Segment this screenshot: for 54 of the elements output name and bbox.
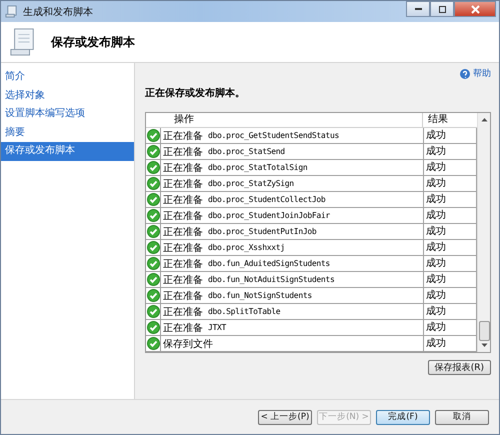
scroll-icon: [5, 5, 18, 18]
object-name: dbo.proc_StatSend: [208, 147, 285, 156]
object-name: dbo.fun_NotAduitSignStudents: [208, 275, 334, 284]
operation-text: 正在准备: [163, 274, 203, 286]
sidebar-item[interactable]: 简介: [1, 68, 134, 86]
object-name: dbo.proc_Xsshxxtj: [208, 243, 285, 252]
object-name: dbo.proc_GetStudentSendStatus: [208, 131, 339, 140]
operation-text: 正在准备: [163, 146, 203, 158]
sidebar-item[interactable]: 设置脚本编写选项: [1, 105, 134, 124]
object-name: JTXT: [208, 323, 226, 332]
wizard-button[interactable]: 取消: [435, 410, 489, 424]
operation-text: 正在准备: [163, 194, 203, 206]
object-name: dbo.fun_NotSignStudents: [208, 291, 312, 300]
help-link[interactable]: 帮助: [460, 67, 491, 80]
object-name: dbo.proc_StatTotalSign: [208, 163, 308, 172]
operation-text: 正在准备: [163, 306, 203, 318]
close-icon: [470, 4, 480, 14]
object-name: dbo.fun_AduitedSignStudents: [208, 259, 330, 268]
window-title: 生成和发布脚本: [23, 6, 93, 18]
column-header[interactable]: 操作: [160, 113, 423, 127]
operation-text: 正在准备: [163, 258, 203, 270]
close-button[interactable]: [454, 1, 496, 17]
wizard-button[interactable]: 完成(F): [376, 410, 430, 424]
scroll-down-icon: [480, 343, 488, 348]
operation-text: 正在准备: [163, 290, 203, 302]
scroll-up-icon: [480, 117, 488, 122]
save-report-button[interactable]: 保存报表(R): [428, 360, 491, 375]
operation-text: 正在准备: [163, 226, 203, 238]
scroll-thumb[interactable]: [478, 321, 490, 341]
operation-text: 正在准备: [163, 178, 203, 190]
operation-text: 正在准备: [163, 210, 203, 222]
sidebar-item[interactable]: 保存或发布脚本: [1, 142, 134, 160]
sidebar-item[interactable]: 选择对象: [1, 86, 134, 105]
column-header[interactable]: 结果: [423, 113, 448, 127]
operation-text: 正在准备: [163, 162, 203, 174]
maximize-icon: [438, 4, 446, 14]
object-name: dbo.proc_StudentJoinJobFair: [208, 211, 330, 220]
sidebar-item[interactable]: 摘要: [1, 124, 134, 142]
object-name: dbo.proc_StudentCollectJob: [208, 195, 326, 204]
operation-text: 正在准备: [163, 242, 203, 254]
help-icon: [460, 68, 470, 78]
operation-text: 保存到文件: [163, 338, 213, 350]
minimize-button[interactable]: [406, 1, 430, 17]
operation-text: 正在准备: [163, 322, 203, 334]
minimize-icon: [414, 8, 422, 10]
scrollbar[interactable]: [477, 113, 490, 352]
section-heading: 正在保存或发布脚本。: [145, 86, 246, 100]
operation-text: 正在准备: [163, 130, 203, 142]
object-name: dbo.proc_StatZySign: [208, 179, 294, 188]
page-title: 保存或发布脚本: [51, 34, 135, 50]
maximize-button[interactable]: [430, 1, 454, 17]
wizard-button[interactable]: < 上一步(P): [258, 410, 312, 424]
object-name: dbo.SplitToTable: [208, 307, 280, 316]
object-name: dbo.proc_StudentPutInJob: [208, 227, 316, 236]
